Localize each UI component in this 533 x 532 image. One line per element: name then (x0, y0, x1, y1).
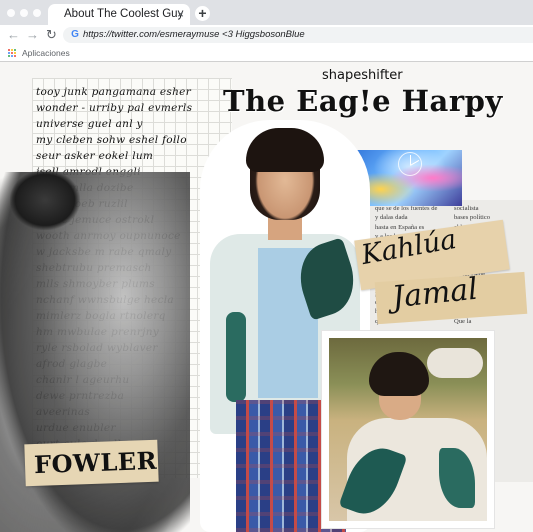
bw-photo-shadow (10, 170, 80, 230)
polaroid-hair (369, 352, 429, 396)
bookmark-apps-label[interactable]: Aplicaciones (22, 48, 70, 58)
maximize-window-dot-icon[interactable] (33, 9, 41, 17)
fowler-label: FOWLER (33, 445, 158, 480)
clock-icon (398, 152, 422, 176)
tab-title: About The Coolest Guy (64, 8, 184, 20)
polaroid-arm (427, 348, 483, 378)
close-window-dot-icon[interactable] (7, 9, 15, 17)
handwritten-line: seur asker eokel lum (36, 150, 154, 162)
tab-close-icon[interactable]: × (177, 7, 184, 21)
handwritten-line: universe guel anl y (36, 118, 143, 130)
browser-toolbar: ← → ↻ G https://twitter.com/esmeraymuse … (0, 25, 533, 45)
google-icon: G (71, 29, 79, 40)
polaroid-image (329, 338, 487, 521)
address-bar[interactable]: G https://twitter.com/esmeraymuse <3 Hig… (63, 27, 533, 43)
tab-active[interactable]: About The Coolest Guy × (48, 4, 190, 25)
newspaper-line: y dalas dada (375, 214, 408, 222)
collage-canvas: tooy junk pangamana esher wonder - urriby… (0, 62, 533, 532)
collage-title: The Eag!e Harpy (223, 84, 503, 118)
new-tab-button[interactable]: + (195, 6, 210, 21)
tab-bar: About The Coolest Guy × + (0, 0, 533, 25)
url-text[interactable]: https://twitter.com/esmeraymuse <3 Higgs… (83, 29, 305, 40)
handwritten-line: tooy junk pangamana esher (36, 86, 192, 98)
back-arrow-icon[interactable]: ← (7, 26, 20, 44)
handwritten-line: wonder - urriby pal evmerls (36, 102, 193, 114)
polaroid-photo (322, 331, 494, 528)
jacket-stripe (226, 312, 246, 402)
minimize-window-dot-icon[interactable] (20, 9, 28, 17)
handwritten-line: my cleben sohw eshel follo (36, 134, 187, 146)
newspaper-line: Que la (454, 317, 472, 325)
apps-grid-icon[interactable] (8, 49, 17, 58)
subtitle-text: shapeshifter (322, 68, 403, 83)
forward-arrow-icon[interactable]: → (26, 26, 39, 44)
bookmarks-bar: Aplicaciones (0, 45, 533, 62)
window-controls (7, 9, 41, 17)
reload-icon[interactable]: ↻ (46, 26, 57, 44)
newspaper-line: socialista (454, 205, 479, 212)
main-photo-hair (246, 128, 324, 172)
